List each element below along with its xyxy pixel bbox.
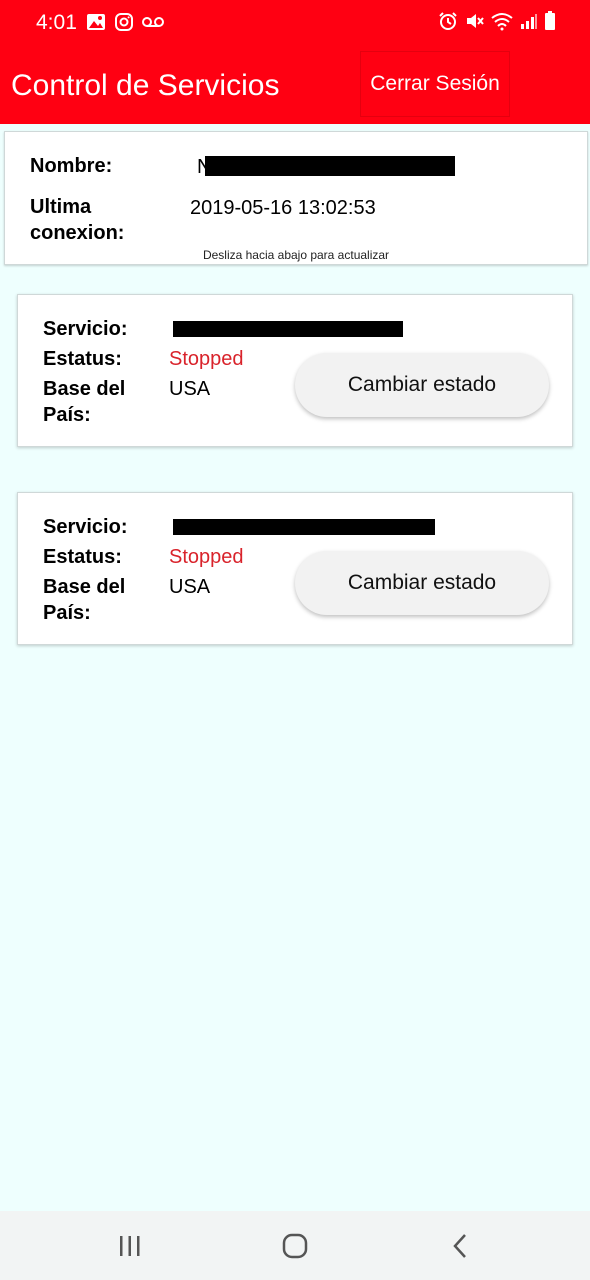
back-button[interactable] — [440, 1229, 480, 1263]
status-left-icons — [86, 12, 164, 32]
voicemail-icon — [142, 17, 164, 27]
service-name-redaction — [173, 519, 435, 535]
status-time: 4:01 — [36, 11, 77, 34]
change-status-button[interactable]: Cambiar estado — [295, 551, 549, 615]
last-connection-label-line2: conexion: — [30, 222, 125, 244]
country-value: USA — [169, 576, 211, 598]
service-label: Servicio: — [43, 318, 128, 340]
wifi-icon — [491, 13, 513, 31]
home-icon — [282, 1233, 308, 1259]
status-label: Estatus: — [43, 348, 122, 370]
status-label: Estatus: — [43, 546, 122, 568]
mute-icon — [467, 14, 484, 28]
refresh-hint: Desliza hacia abajo para actualizar — [202, 248, 390, 262]
app-title: Control de Servicios — [11, 69, 280, 102]
recent-apps-button[interactable] — [110, 1229, 150, 1263]
instagram-icon — [115, 13, 133, 31]
name-redaction — [205, 156, 455, 176]
back-icon — [453, 1234, 466, 1258]
recent-apps-icon — [120, 1236, 140, 1256]
last-connection-value: 2019-05-16 13:02:53 — [190, 197, 376, 219]
logout-button[interactable]: Cerrar Sesión — [360, 51, 510, 117]
service-card: Servicio: Estatus: Stopped Base del País… — [17, 294, 573, 447]
status-bar: 4:01 — [0, 0, 590, 46]
alarm-icon — [439, 12, 457, 30]
country-label-line2: País: — [43, 602, 91, 624]
name-label: Nombre: — [30, 155, 113, 177]
service-label: Servicio: — [43, 516, 128, 538]
status-value: Stopped — [169, 348, 244, 370]
service-card: Servicio: Estatus: Stopped Base del País… — [17, 492, 573, 645]
app-bar: Control de Servicios Cerrar Sesión — [0, 46, 590, 124]
user-info-card: Nombre: N Ultima conexion: 2019-05-16 13… — [4, 131, 588, 265]
image-icon — [87, 14, 105, 30]
status-right-icons — [438, 11, 556, 31]
change-status-button[interactable]: Cambiar estado — [295, 353, 549, 417]
country-label-line2: País: — [43, 404, 91, 426]
country-value: USA — [169, 378, 211, 400]
service-name-redaction — [173, 321, 403, 337]
navigation-bar — [0, 1211, 590, 1280]
battery-icon — [545, 11, 555, 30]
home-button[interactable] — [275, 1229, 315, 1263]
status-value: Stopped — [169, 546, 244, 568]
last-connection-label-line1: Ultima — [30, 196, 92, 218]
country-label-line1: Base del — [43, 378, 126, 400]
signal-icon — [521, 14, 537, 29]
country-label-line1: Base del — [43, 576, 126, 598]
